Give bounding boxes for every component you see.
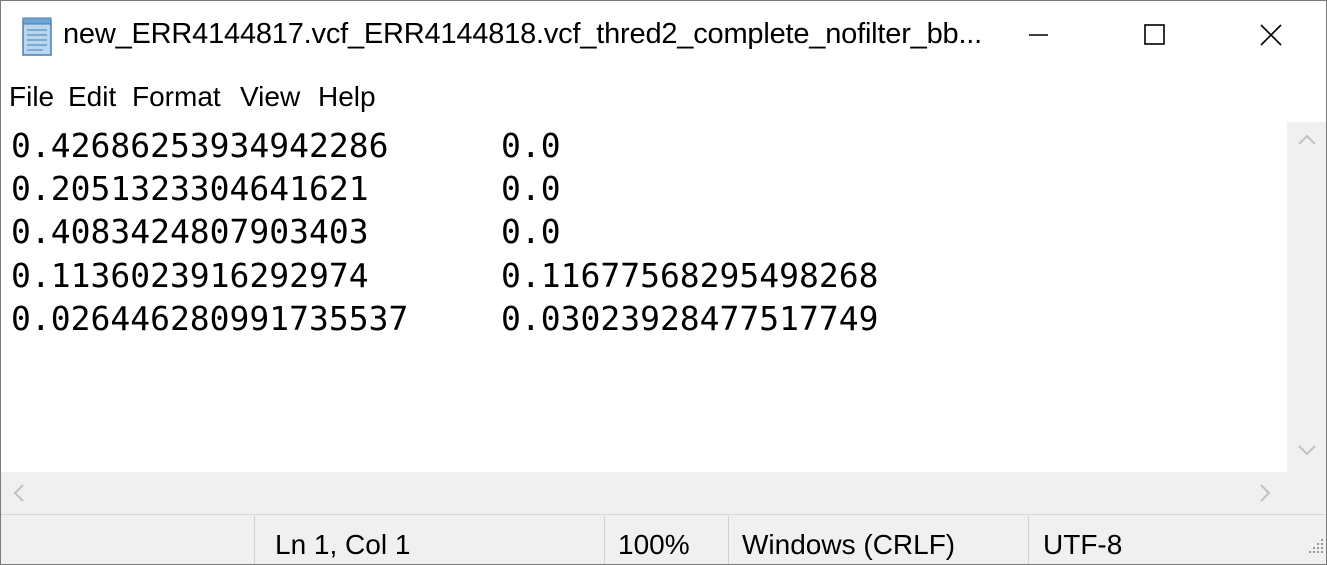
text-line: 0.42686253934942286 0.0 [11, 126, 561, 165]
line-value-1: 0.1136023916292974 [11, 256, 369, 295]
close-icon [1260, 23, 1282, 51]
maximize-icon [1144, 23, 1166, 51]
line-value-2: 0.03023928477517749 [501, 299, 879, 338]
notepad-window: new_ERR4144817.vcf_ERR4144818.vcf_thred2… [0, 0, 1327, 565]
status-divider [728, 516, 729, 564]
scroll-left-icon[interactable] [11, 483, 27, 508]
title-bar[interactable]: new_ERR4144817.vcf_ERR4144818.vcf_thred2… [1, 1, 1326, 73]
menu-format[interactable]: Format [132, 81, 221, 113]
window-title: new_ERR4144817.vcf_ERR4144818.vcf_thred2… [63, 18, 983, 50]
line-value-2: 0.0 [501, 169, 561, 208]
notepad-icon [17, 15, 57, 57]
maximize-button[interactable] [1097, 1, 1213, 73]
status-divider [1028, 516, 1029, 564]
text-line: 0.2051323304641621 0.0 [11, 169, 561, 208]
line-ending: Windows (CRLF) [742, 529, 956, 560]
status-divider [254, 516, 255, 564]
minimize-button[interactable] [981, 1, 1097, 73]
text-line: 0.4083424807903403 0.0 [11, 212, 561, 251]
zoom-level: 100% [618, 529, 690, 560]
line-value-1: 0.42686253934942286 [11, 126, 389, 165]
encoding: UTF-8 [1043, 529, 1123, 560]
menu-file[interactable]: File [9, 81, 54, 113]
horizontal-scrollbar[interactable] [1, 472, 1287, 514]
text-line: 0.1136023916292974 0.11677568295498268 [11, 256, 879, 295]
status-bar: Ln 1, Col 1 100% Windows (CRLF) UTF-8 [1, 514, 1326, 564]
line-value-1: 0.4083424807903403 [11, 212, 369, 251]
vertical-scrollbar[interactable] [1287, 122, 1326, 472]
text-line: 0.026446280991735537 0.03023928477517749 [11, 299, 879, 338]
scrollbar-corner [1287, 472, 1326, 514]
line-value-1: 0.026446280991735537 [11, 299, 409, 338]
minimize-icon [1029, 25, 1049, 50]
scroll-up-icon[interactable] [1297, 132, 1317, 153]
cursor-position: Ln 1, Col 1 [275, 529, 411, 560]
line-value-2: 0.11677568295498268 [501, 256, 879, 295]
line-value-2: 0.0 [501, 126, 561, 165]
menu-edit[interactable]: Edit [68, 81, 116, 113]
line-value-2: 0.0 [501, 212, 561, 251]
status-divider [604, 516, 605, 564]
line-value-1: 0.2051323304641621 [11, 169, 369, 208]
scroll-down-icon[interactable] [1297, 442, 1317, 463]
scroll-right-icon[interactable] [1257, 483, 1273, 508]
close-button[interactable] [1213, 1, 1326, 73]
resize-grip-icon[interactable] [1305, 535, 1325, 555]
menu-bar: File Edit Format View Help [1, 77, 1326, 121]
text-editor-area[interactable]: 0.42686253934942286 0.0 0.205132330464162… [1, 122, 1287, 472]
menu-view[interactable]: View [240, 81, 300, 113]
menu-help[interactable]: Help [318, 81, 376, 113]
